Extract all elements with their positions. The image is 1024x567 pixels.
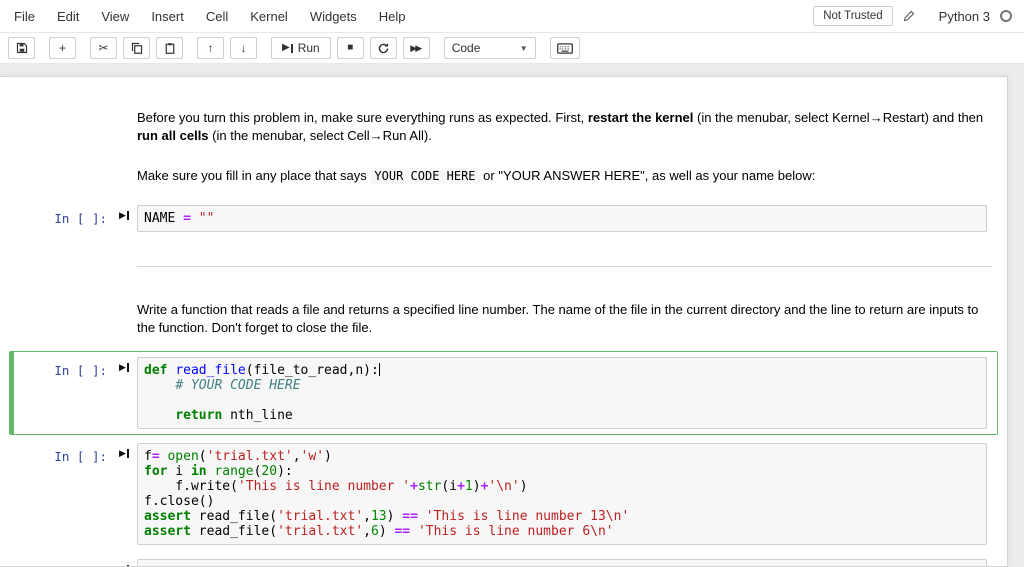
interrupt-kernel-button[interactable]: ■	[336, 37, 364, 59]
chevron-down-icon: ▼	[519, 43, 528, 53]
copy-cell-button[interactable]	[123, 37, 150, 59]
play-icon: ▶	[119, 448, 126, 458]
markdown-rendered-text: Make sure you fill in any place that say…	[137, 168, 816, 184]
code-cell-name[interactable]: In [ ]: ▶ NAME = ""	[9, 199, 998, 238]
menu-view[interactable]: View	[90, 2, 140, 31]
markdown-prompt-spacer	[15, 165, 111, 171]
scissors-icon: ✂	[98, 41, 109, 55]
input-prompt: In [ ]:	[54, 363, 107, 378]
menu-widgets[interactable]: Widgets	[299, 2, 368, 31]
menu-list: File Edit View Insert Cell Kernel Widget…	[3, 2, 417, 31]
restart-icon	[377, 42, 390, 55]
plus-icon: +	[58, 41, 66, 55]
input-prompt: In [ ]:	[54, 449, 107, 464]
fast-forward-icon: ▶▶	[410, 42, 422, 53]
run-button[interactable]: ▶ Run	[271, 37, 331, 59]
toolbar: + ✂ ↑ ↓ ▶ Run ■ ▶▶ Code ▼	[0, 33, 1024, 64]
menubar-right: Not Trusted Python 3	[813, 6, 1012, 26]
run-cell-icon[interactable]: ▶	[111, 559, 137, 566]
restart-run-all-button[interactable]: ▶▶	[402, 37, 430, 59]
step-bar	[126, 449, 129, 458]
command-palette-button[interactable]	[549, 37, 580, 59]
markdown-rendered-text	[137, 246, 992, 285]
not-trusted-button[interactable]: Not Trusted	[813, 6, 893, 26]
run-cell-icon[interactable]: ▶	[111, 443, 137, 458]
cut-cell-button[interactable]: ✂	[90, 37, 117, 59]
play-icon: ▶	[119, 362, 126, 372]
save-icon	[16, 42, 28, 54]
arrow-up-icon: ↑	[207, 41, 214, 55]
menu-insert[interactable]: Insert	[140, 2, 195, 31]
move-cell-down-button[interactable]: ↓	[230, 37, 257, 59]
save-button[interactable]	[8, 37, 35, 59]
markdown-cell-divider[interactable]	[9, 240, 998, 291]
cell-type-value: Code	[451, 41, 481, 55]
markdown-cell-exercise[interactable]: Write a function that reads a file and r…	[9, 293, 998, 349]
kernel-name-label: Python 3	[938, 8, 990, 24]
step-bar	[126, 363, 129, 372]
markdown-cell-intro[interactable]: Before you turn this problem in, make su…	[9, 101, 998, 157]
insert-cell-below-button[interactable]: +	[49, 37, 76, 59]
run-cell-icon[interactable]: ▶	[111, 357, 137, 372]
arrow-down-icon: ↓	[240, 41, 247, 55]
edit-mode-pencil-icon	[903, 10, 915, 22]
markdown-rendered-text: Write a function that reads a file and r…	[137, 302, 979, 335]
notebook-site: Before you turn this problem in, make su…	[0, 64, 1024, 567]
notebook-container: Before you turn this problem in, make su…	[0, 76, 1008, 567]
run-cell-icon[interactable]: ▶	[111, 205, 137, 220]
code-cell-read-file[interactable]: In [ ]: ▶ def read_file(file_to_read,n):…	[9, 351, 998, 435]
markdown-prompt-spacer	[15, 107, 111, 113]
menu-help[interactable]: Help	[368, 2, 417, 31]
clipboard-icon	[164, 42, 176, 54]
markdown-rendered-text: Before you turn this problem in, make su…	[137, 110, 984, 143]
code-input-read-file[interactable]: def read_file(file_to_read,n): # YOUR CO…	[137, 357, 987, 429]
jupyter-notebook-app: File Edit View Insert Cell Kernel Widget…	[0, 0, 1024, 567]
menu-file[interactable]: File	[3, 2, 46, 31]
markdown-prompt-spacer	[15, 246, 111, 252]
copy-icon	[131, 42, 143, 54]
stop-icon: ■	[347, 42, 354, 53]
markdown-cell-fill[interactable]: Make sure you fill in any place that say…	[9, 159, 998, 197]
menu-cell[interactable]: Cell	[195, 2, 239, 31]
keyboard-icon	[556, 42, 573, 54]
menu-edit[interactable]: Edit	[46, 2, 90, 31]
kernel-idle-icon	[1000, 10, 1012, 22]
code-input-name[interactable]: NAME = ""	[137, 205, 987, 232]
code-cell-test[interactable]: In [ ]: ▶ f= open('trial.txt','w') for i …	[9, 437, 998, 551]
input-prompt: In [ ]:	[54, 211, 107, 226]
move-cell-up-button[interactable]: ↑	[197, 37, 224, 59]
code-input-empty[interactable]	[137, 559, 987, 566]
markdown-prompt-spacer	[15, 299, 111, 305]
step-bar	[126, 211, 129, 220]
horizontal-rule	[137, 266, 992, 267]
cell-type-dropdown[interactable]: Code ▼	[443, 37, 536, 59]
code-cell-empty[interactable]: In [ ]: ▶	[9, 553, 998, 566]
paste-cell-button[interactable]	[156, 37, 183, 59]
run-button-label: Run	[297, 41, 320, 55]
step-forward-icon: ▶	[282, 43, 293, 53]
code-input-test[interactable]: f= open('trial.txt','w') for i in range(2…	[137, 443, 987, 545]
play-icon: ▶	[119, 210, 126, 220]
input-prompt: In [ ]:	[15, 559, 111, 566]
menubar: File Edit View Insert Cell Kernel Widget…	[0, 0, 1024, 33]
menu-kernel[interactable]: Kernel	[239, 2, 299, 31]
restart-kernel-button[interactable]	[369, 37, 397, 59]
